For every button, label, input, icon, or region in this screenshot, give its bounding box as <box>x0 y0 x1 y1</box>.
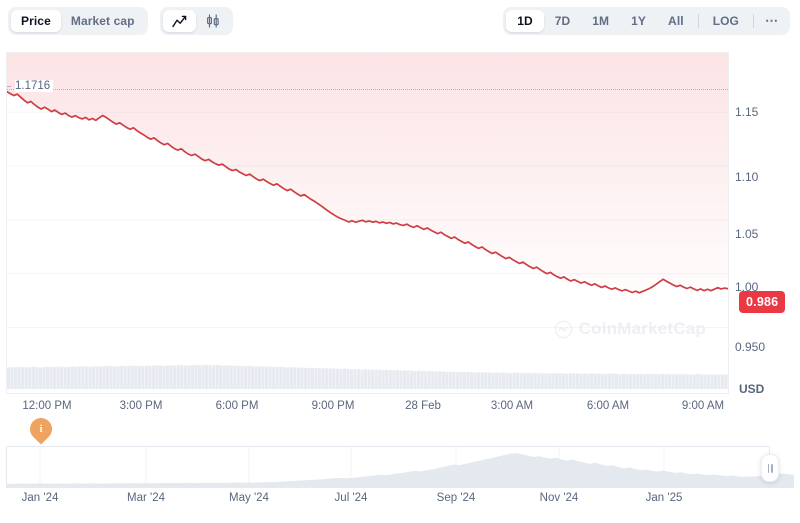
x-tick-label: 6:00 AM <box>586 400 630 412</box>
range-button-1d[interactable]: 1D <box>506 10 544 32</box>
price-chart-area[interactable]: 1.1716 CoinMarketCap <box>0 52 800 394</box>
metric-toggle-group: Price Market cap <box>8 7 148 35</box>
navigator-x-tick-label: Jul '24 <box>334 492 368 504</box>
all-time-high-label: 1.1716 <box>15 80 54 92</box>
navigator-handle-right[interactable] <box>761 454 780 482</box>
time-range-group: 1D 7D 1M 1Y All LOG ⋯ <box>503 7 790 35</box>
toolbar-divider-1 <box>697 14 699 28</box>
event-flag-marker[interactable]: i <box>25 413 57 445</box>
chart-toolbar: Price Market cap 1D 7D 1M 1Y All LOG ⋯ <box>0 0 800 42</box>
price-series-svg <box>7 53 728 389</box>
y-tick-label: 1.10 <box>735 170 759 184</box>
navigator-x-tick-label: Nov '24 <box>539 492 579 504</box>
chart-type-toggle-group <box>159 7 233 35</box>
candlestick-chart-icon[interactable] <box>196 10 230 32</box>
navigator-x-axis: Jan '24 Mar '24 May '24 Jul '24 Sep '24 … <box>6 492 794 512</box>
toolbar-left-group: Price Market cap <box>8 7 233 35</box>
x-tick-label: 12:00 PM <box>22 400 72 412</box>
range-button-7d[interactable]: 7D <box>544 10 582 32</box>
x-tick-label: 9:00 AM <box>681 400 725 412</box>
line-chart-icon[interactable] <box>162 10 196 32</box>
navigator-x-tick-label: Mar '24 <box>127 492 165 504</box>
range-button-all[interactable]: All <box>657 10 695 32</box>
range-button-1m[interactable]: 1M <box>581 10 620 32</box>
y-tick-label: 1.15 <box>735 105 759 119</box>
navigator-x-tick-label: May '24 <box>229 492 269 504</box>
plot-frame: 1.1716 CoinMarketCap <box>6 52 729 394</box>
toolbar-right-group: 1D 7D 1M 1Y All LOG ⋯ <box>503 7 790 35</box>
y-axis: 1.15 1.10 1.05 1.00 0.950 0.986 USD <box>735 52 800 396</box>
navigator-track[interactable] <box>6 446 794 488</box>
x-tick-label: 3:00 PM <box>119 400 163 412</box>
x-tick-label: 9:00 PM <box>311 400 355 412</box>
navigator-selection-window[interactable] <box>6 446 771 488</box>
y-tick-label: 1.05 <box>735 227 759 241</box>
x-tick-label: 28 Feb <box>405 400 441 412</box>
range-navigator[interactable] <box>6 446 794 488</box>
range-button-1y[interactable]: 1Y <box>620 10 657 32</box>
navigator-x-tick-label: Jan '24 <box>21 492 59 504</box>
current-price-badge: 0.986 <box>739 291 786 313</box>
flag-pin-label: i <box>39 423 43 435</box>
metric-button-market-cap[interactable]: Market cap <box>61 10 145 32</box>
metric-button-price[interactable]: Price <box>11 10 61 32</box>
toolbar-divider-2 <box>753 14 754 28</box>
navigator-x-tick-label: Sep '24 <box>436 492 476 504</box>
log-scale-button[interactable]: LOG <box>702 10 750 32</box>
x-axis: 12:00 PM 3:00 PM 6:00 PM 9:00 PM 28 Feb … <box>6 400 729 445</box>
y-tick-label: 0.950 <box>735 340 766 354</box>
currency-label: USD <box>739 382 765 396</box>
x-tick-label: 6:00 PM <box>215 400 259 412</box>
more-options-button[interactable]: ⋯ <box>757 10 787 32</box>
navigator-x-tick-label: Jan '25 <box>645 492 683 504</box>
x-tick-label: 3:00 AM <box>490 400 534 412</box>
